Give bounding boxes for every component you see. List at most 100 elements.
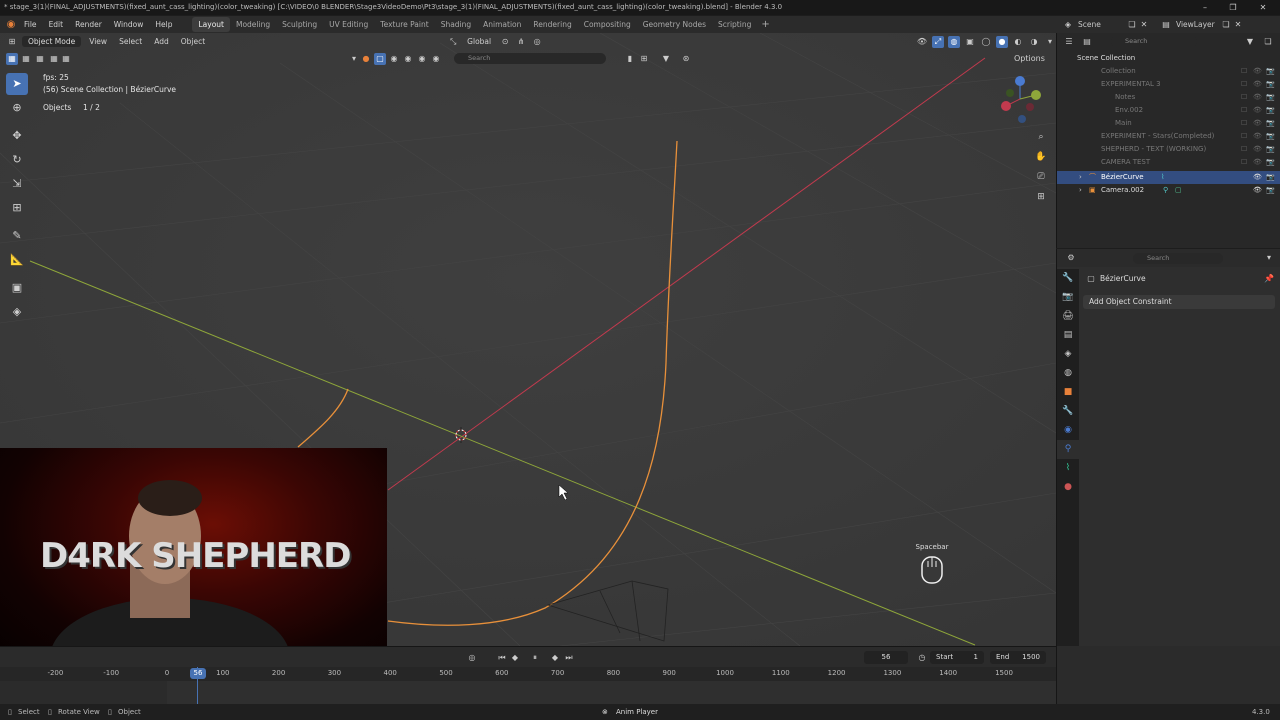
eye-icon[interactable]: 👁: [1253, 91, 1262, 104]
view-layer-tab-icon[interactable]: ▤: [1057, 326, 1079, 345]
pan-hand-icon[interactable]: ✋: [1033, 149, 1049, 165]
light-filter-icon[interactable]: ◉: [402, 53, 414, 65]
camera-toggle-icon[interactable]: 📷: [1266, 104, 1275, 117]
exclude-checkbox-icon[interactable]: ☐: [1241, 130, 1247, 143]
orientation-dropdown[interactable]: Global: [463, 36, 495, 47]
bookmark-icon[interactable]: ▮: [624, 53, 636, 65]
pin-icon[interactable]: ⊛: [680, 53, 692, 65]
status-anim-player[interactable]: Anim Player: [616, 704, 658, 720]
outliner-row-camera[interactable]: › ▣ Camera.002 ⚲ ▢ 👁 📷: [1057, 184, 1280, 197]
new-scene-icon[interactable]: ❏: [1126, 19, 1138, 31]
camera-toggle-icon[interactable]: 📷: [1266, 78, 1275, 91]
camera-filter-icon[interactable]: ◉: [388, 53, 400, 65]
end-frame-field[interactable]: End 1500: [990, 651, 1046, 664]
proportional-edit-icon[interactable]: ◎: [531, 36, 543, 48]
add-workspace-button[interactable]: +: [757, 19, 773, 30]
properties-options-icon[interactable]: ▾: [1263, 252, 1275, 264]
editor-type-icon[interactable]: ⊞: [6, 36, 18, 48]
menu-help[interactable]: Help: [149, 16, 178, 33]
tab-animation[interactable]: Animation: [477, 17, 527, 32]
annotate-tool-icon[interactable]: ✎: [6, 225, 28, 247]
camera-toggle-icon[interactable]: 📷: [1266, 143, 1275, 156]
scene-name[interactable]: Scene: [1078, 20, 1126, 29]
maximize-button[interactable]: ❐: [1218, 0, 1248, 15]
tab-texture-paint[interactable]: Texture Paint: [374, 17, 434, 32]
delete-scene-icon[interactable]: ✕: [1138, 19, 1150, 31]
tab-shading[interactable]: Shading: [435, 17, 477, 32]
camera-toggle-icon[interactable]: 📷: [1266, 117, 1275, 130]
timeline-ruler[interactable]: -200 -100 0 100 200 300 400 500 600 700 800 900 1000…: [0, 667, 1056, 705]
menu-object[interactable]: Object: [177, 36, 209, 47]
exclude-checkbox-icon[interactable]: ☐: [1241, 78, 1247, 91]
display-mode-icon[interactable]: ▤: [1081, 36, 1093, 48]
exclude-checkbox-icon[interactable]: ☐: [1241, 143, 1247, 156]
jump-start-icon[interactable]: ⏮: [496, 652, 508, 664]
outliner-row[interactable]: Notes ☐ 👁 📷: [1057, 91, 1280, 104]
material-shading-icon[interactable]: ◐: [1012, 36, 1024, 48]
xray-icon[interactable]: ▣: [964, 36, 976, 48]
tab-layout[interactable]: Layout: [192, 17, 230, 32]
outliner-row[interactable]: SHEPHERD - TEXT (WORKING) ☐ 👁 📷: [1057, 143, 1280, 156]
select-subtract-icon[interactable]: ▦: [34, 53, 46, 65]
select-intersect-icon[interactable]: ▦: [60, 53, 72, 65]
mesh-filter-icon[interactable]: ◉: [416, 53, 428, 65]
minimize-button[interactable]: –: [1190, 0, 1220, 15]
record-icon[interactable]: ◎: [466, 652, 478, 664]
object-tab-icon[interactable]: ■: [1057, 383, 1079, 402]
tab-modeling[interactable]: Modeling: [230, 17, 276, 32]
camera-toggle-icon[interactable]: 📷: [1266, 171, 1275, 184]
navigation-gizmo[interactable]: [998, 73, 1046, 125]
tab-uv-editing[interactable]: UV Editing: [323, 17, 374, 32]
select-invert-icon[interactable]: ▦: [48, 53, 60, 65]
physics-tab-icon[interactable]: ◉: [1057, 421, 1079, 440]
object-type-icon[interactable]: ●: [360, 53, 372, 65]
menu-window[interactable]: Window: [108, 16, 150, 33]
eye-icon[interactable]: 👁: [1253, 184, 1262, 197]
menu-render[interactable]: Render: [69, 16, 108, 33]
wireframe-shading-icon[interactable]: ◯: [980, 36, 992, 48]
eye-icon[interactable]: 👁: [1253, 156, 1262, 169]
exclude-checkbox-icon[interactable]: ☐: [1241, 104, 1247, 117]
exclude-checkbox-icon[interactable]: ☐: [1241, 156, 1247, 169]
add-object-constraint-dropdown[interactable]: Add Object Constraint: [1083, 295, 1275, 309]
new-view-layer-icon[interactable]: ❏: [1220, 19, 1232, 31]
select-box-icon[interactable]: ▦: [6, 53, 18, 65]
render-tab-icon[interactable]: 📷: [1057, 288, 1079, 307]
start-frame-field[interactable]: Start 1: [930, 651, 984, 664]
camera-view-icon[interactable]: ⎚: [1033, 169, 1049, 185]
funnel-icon[interactable]: ▼: [660, 53, 672, 65]
eye-icon[interactable]: 👁: [1253, 171, 1262, 184]
tool-tab-icon[interactable]: 🔧: [1057, 269, 1079, 288]
tab-geometry-nodes[interactable]: Geometry Nodes: [637, 17, 712, 32]
eye-icon[interactable]: 👁: [1253, 104, 1262, 117]
tab-scripting[interactable]: Scripting: [712, 17, 757, 32]
pin-toggle-icon[interactable]: 📌: [1263, 273, 1275, 285]
viewport-search-input[interactable]: Search: [454, 53, 606, 64]
layout-icon[interactable]: ⊞: [638, 53, 650, 65]
view-layer-icon[interactable]: ▤: [1160, 19, 1172, 31]
properties-editor-icon[interactable]: ⚙: [1065, 252, 1077, 264]
menu-file[interactable]: File: [18, 16, 43, 33]
playhead-frame-badge[interactable]: 56: [190, 668, 206, 679]
modifier-tab-icon[interactable]: 🔧: [1057, 402, 1079, 421]
eye-icon[interactable]: 👁: [1253, 143, 1262, 156]
world-tab-icon[interactable]: ◍: [1057, 364, 1079, 383]
outliner-row[interactable]: Env.002 ☐ 👁 📷: [1057, 104, 1280, 117]
jump-end-icon[interactable]: ⏭: [563, 652, 575, 664]
select-tool-icon[interactable]: ➤: [6, 73, 28, 95]
camera-toggle-icon[interactable]: 📷: [1266, 91, 1275, 104]
outliner-row[interactable]: CAMERA TEST ☐ 👁 📷: [1057, 156, 1280, 169]
data-tab-icon[interactable]: ⌇: [1057, 459, 1079, 478]
tab-compositing[interactable]: Compositing: [578, 17, 637, 32]
pause-icon[interactable]: ⏸: [529, 652, 541, 664]
outliner-search-input[interactable]: Search: [1111, 36, 1197, 47]
add-object-tool-icon[interactable]: ◈: [6, 301, 28, 323]
camera-toggle-icon[interactable]: 📷: [1266, 65, 1275, 78]
exclude-checkbox-icon[interactable]: ☐: [1241, 117, 1247, 130]
transform-tool-icon[interactable]: ⊞: [6, 197, 28, 219]
expand-arrow-icon[interactable]: ›: [1079, 171, 1082, 184]
eye-icon[interactable]: 👁: [1253, 78, 1262, 91]
scene-tab-icon[interactable]: ◈: [1057, 345, 1079, 364]
snap-icon[interactable]: ⋔: [515, 36, 527, 48]
tab-sculpting[interactable]: Sculpting: [276, 17, 323, 32]
